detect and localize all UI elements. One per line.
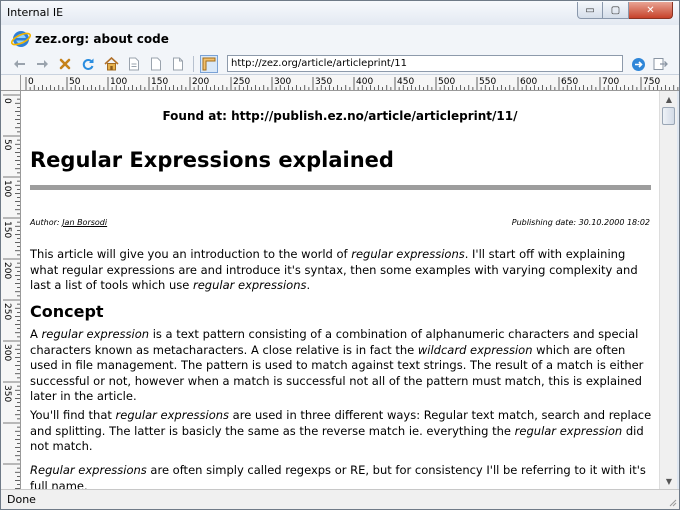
author-link[interactable]: Jan Borsodi <box>62 218 107 227</box>
ruler-label: 350 <box>315 77 332 87</box>
title-bar[interactable]: Internal IE ▭ ▢ ✕ <box>1 1 679 25</box>
forward-arrow-icon <box>37 60 48 68</box>
concept-paragraph-3: Regular expressions are often simply cal… <box>30 463 646 489</box>
ruler-label: 100 <box>110 77 127 87</box>
intro-paragraph: This article will give you an introducti… <box>30 247 638 292</box>
ruler-label: 50 <box>69 77 81 87</box>
ruler-label: 0 <box>2 98 12 104</box>
page-header: zez.org: about code <box>1 25 679 53</box>
page-button-2[interactable] <box>147 55 165 73</box>
ruler-toggle-icon <box>202 57 216 71</box>
ruler-label: 200 <box>2 262 12 279</box>
ruler-label: 750 <box>643 77 660 87</box>
toolbar-separator <box>193 56 194 72</box>
refresh-button[interactable] <box>79 55 97 73</box>
minimize-button[interactable]: ▭ <box>577 2 603 19</box>
stop-button[interactable] <box>56 55 74 73</box>
status-bar: Done <box>1 489 679 509</box>
ruler-label: 0 <box>28 77 34 87</box>
ruler-label: 250 <box>233 77 250 87</box>
back-button[interactable] <box>11 55 29 73</box>
ruler-label: 600 <box>520 77 537 87</box>
ruler-label: 200 <box>192 77 209 87</box>
go-icon <box>631 57 645 71</box>
page-icon <box>129 57 139 71</box>
resize-grip-icon[interactable] <box>667 497 677 507</box>
ruler-label: 650 <box>561 77 578 87</box>
home-icon <box>103 57 119 71</box>
stop-icon <box>59 58 71 70</box>
scroll-up-button[interactable]: ▲ <box>661 91 677 107</box>
refresh-icon <box>82 58 94 70</box>
browser-window: Internal IE ▭ ▢ ✕ zez.org: about code ht… <box>0 0 680 510</box>
author-label: Author: <box>30 218 60 227</box>
scroll-thumb[interactable] <box>662 107 675 125</box>
page-icon <box>173 57 183 71</box>
horizontal-ruler-scale: 0 50 100 150 200 250 300 350 400 450 500 550 600 650 7… <box>25 77 679 90</box>
page-title: zez.org: about code <box>35 32 169 46</box>
exit-button[interactable] <box>651 55 669 73</box>
found-at-line: Found at: http://publish.ez.no/article/a… <box>162 109 518 123</box>
article-heading: Regular Expressions explained <box>30 148 394 172</box>
scroll-up-icon: ▲ <box>665 94 673 104</box>
scroll-down-button[interactable]: ▼ <box>661 473 677 489</box>
ruler-label: 550 <box>479 77 496 87</box>
back-arrow-icon <box>14 60 25 68</box>
scroll-down-icon: ▼ <box>665 476 673 486</box>
page-content: Found at: http://publish.ez.no/article/a… <box>21 91 659 489</box>
ie-logo-icon <box>11 31 31 47</box>
exit-icon <box>653 58 668 70</box>
vertical-scrollbar[interactable]: ▲ ▼ <box>659 91 677 489</box>
ruler-label: 700 <box>602 77 619 87</box>
publishing-date: Publishing date: 30.10.2000 18:02 <box>511 218 650 227</box>
ruler-label: 450 <box>397 77 414 87</box>
heading-rule <box>30 185 651 190</box>
ruler-label: 50 <box>2 139 12 151</box>
window-title: Internal IE <box>7 6 64 19</box>
ruler-label: 500 <box>438 77 455 87</box>
ruler-label: 250 <box>2 303 12 320</box>
ruler-corner <box>1 75 21 91</box>
horizontal-ruler: 0 50 100 150 200 250 300 350 400 450 500 550 600 650 7… <box>21 75 679 91</box>
window-controls: ▭ ▢ ✕ <box>577 2 673 19</box>
ruler-label: 400 <box>356 77 373 87</box>
page-icon <box>151 57 161 71</box>
concept-paragraph-1: A regular expression is a text pattern c… <box>30 327 644 403</box>
ruler-label: 150 <box>151 77 168 87</box>
toolbar <box>1 53 679 75</box>
close-icon: ✕ <box>646 4 655 16</box>
forward-button[interactable] <box>33 55 51 73</box>
author-line: Author: Jan Borsodi <box>30 218 107 227</box>
ruler-label: 350 <box>2 385 12 402</box>
ruler-label: 300 <box>2 344 12 361</box>
vertical-ruler: 0 50 100 150 200 250 300 350 <box>1 91 21 489</box>
ruler-toggle-button[interactable] <box>200 55 218 73</box>
minimize-icon: ▭ <box>585 4 595 16</box>
ruler-label: 100 <box>2 180 12 197</box>
vertical-ruler-scale: 0 50 100 150 200 250 300 350 <box>2 94 20 489</box>
close-button[interactable]: ✕ <box>629 2 673 19</box>
page-button-3[interactable] <box>169 55 187 73</box>
ruler-label: 300 <box>274 77 291 87</box>
go-button[interactable] <box>629 55 647 73</box>
concept-heading: Concept <box>30 302 104 321</box>
maximize-button[interactable]: ▢ <box>603 2 629 19</box>
home-button[interactable] <box>102 55 120 73</box>
page-button-1[interactable] <box>125 55 143 73</box>
ruler-label: 150 <box>2 221 12 238</box>
maximize-icon: ▢ <box>610 4 621 16</box>
status-text: Done <box>7 493 36 506</box>
concept-paragraph-2: You'll find that regular expressions are… <box>30 408 652 453</box>
address-input[interactable] <box>227 55 623 72</box>
